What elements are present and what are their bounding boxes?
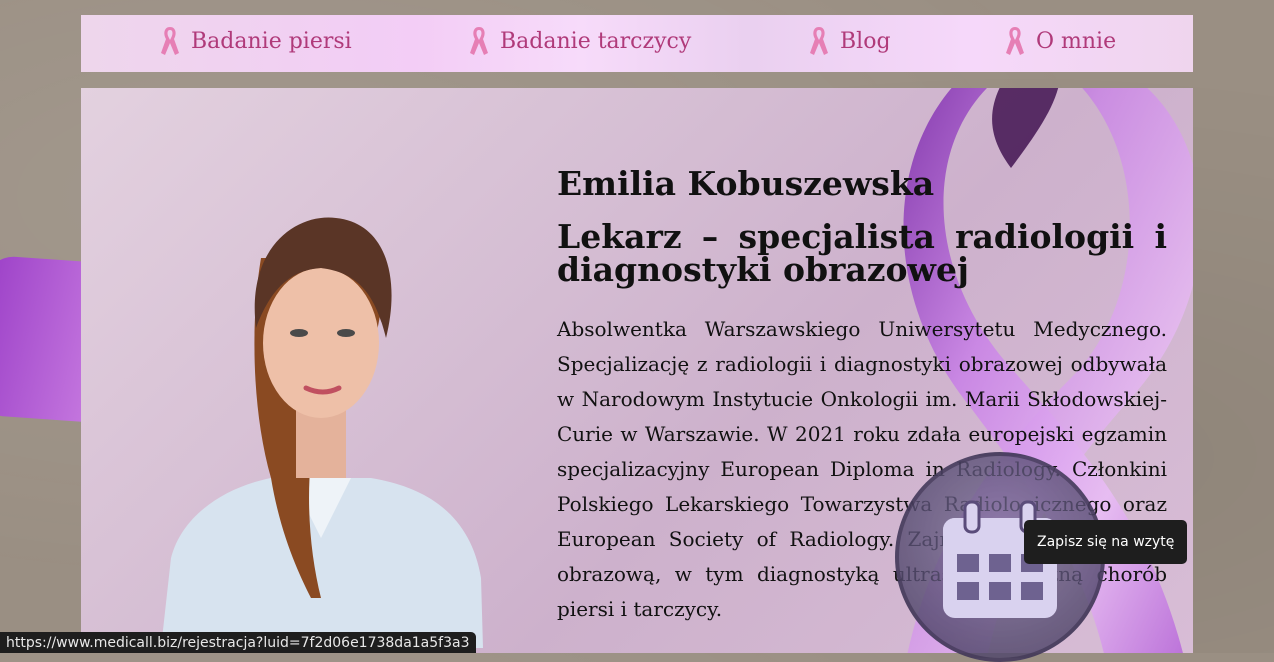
pink-ribbon-icon — [1006, 27, 1024, 55]
status-bar-url: https://www.medicall.biz/rejestracja?lui… — [0, 632, 476, 653]
pink-ribbon-icon — [470, 27, 488, 55]
nav-item-label: Blog — [840, 28, 891, 54]
nav-item-blog[interactable]: Blog — [808, 25, 891, 57]
nav-item-label: O mnie — [1036, 28, 1117, 54]
pink-ribbon-icon — [161, 27, 179, 55]
doctor-specialty: Lekarz – specjalista radiologii i diagno… — [557, 217, 1167, 290]
nav-item-badanie-piersi[interactable]: Badanie piersi — [159, 25, 352, 57]
top-navigation: Badanie piersi Badanie tarczycy Blog O m… — [81, 15, 1193, 72]
nav-item-label: Badanie piersi — [191, 28, 352, 54]
booking-tooltip: Zapisz się na wzytę — [1024, 520, 1188, 564]
doctor-portrait-photo — [161, 217, 483, 648]
doctor-name: Emilia Kobuszewska — [557, 164, 935, 203]
nav-item-label: Badanie tarczycy — [500, 28, 692, 54]
nav-item-o-mnie[interactable]: O mnie — [1004, 25, 1116, 57]
pink-ribbon-icon — [810, 27, 828, 55]
nav-item-badanie-tarczycy[interactable]: Badanie tarczycy — [468, 25, 691, 57]
